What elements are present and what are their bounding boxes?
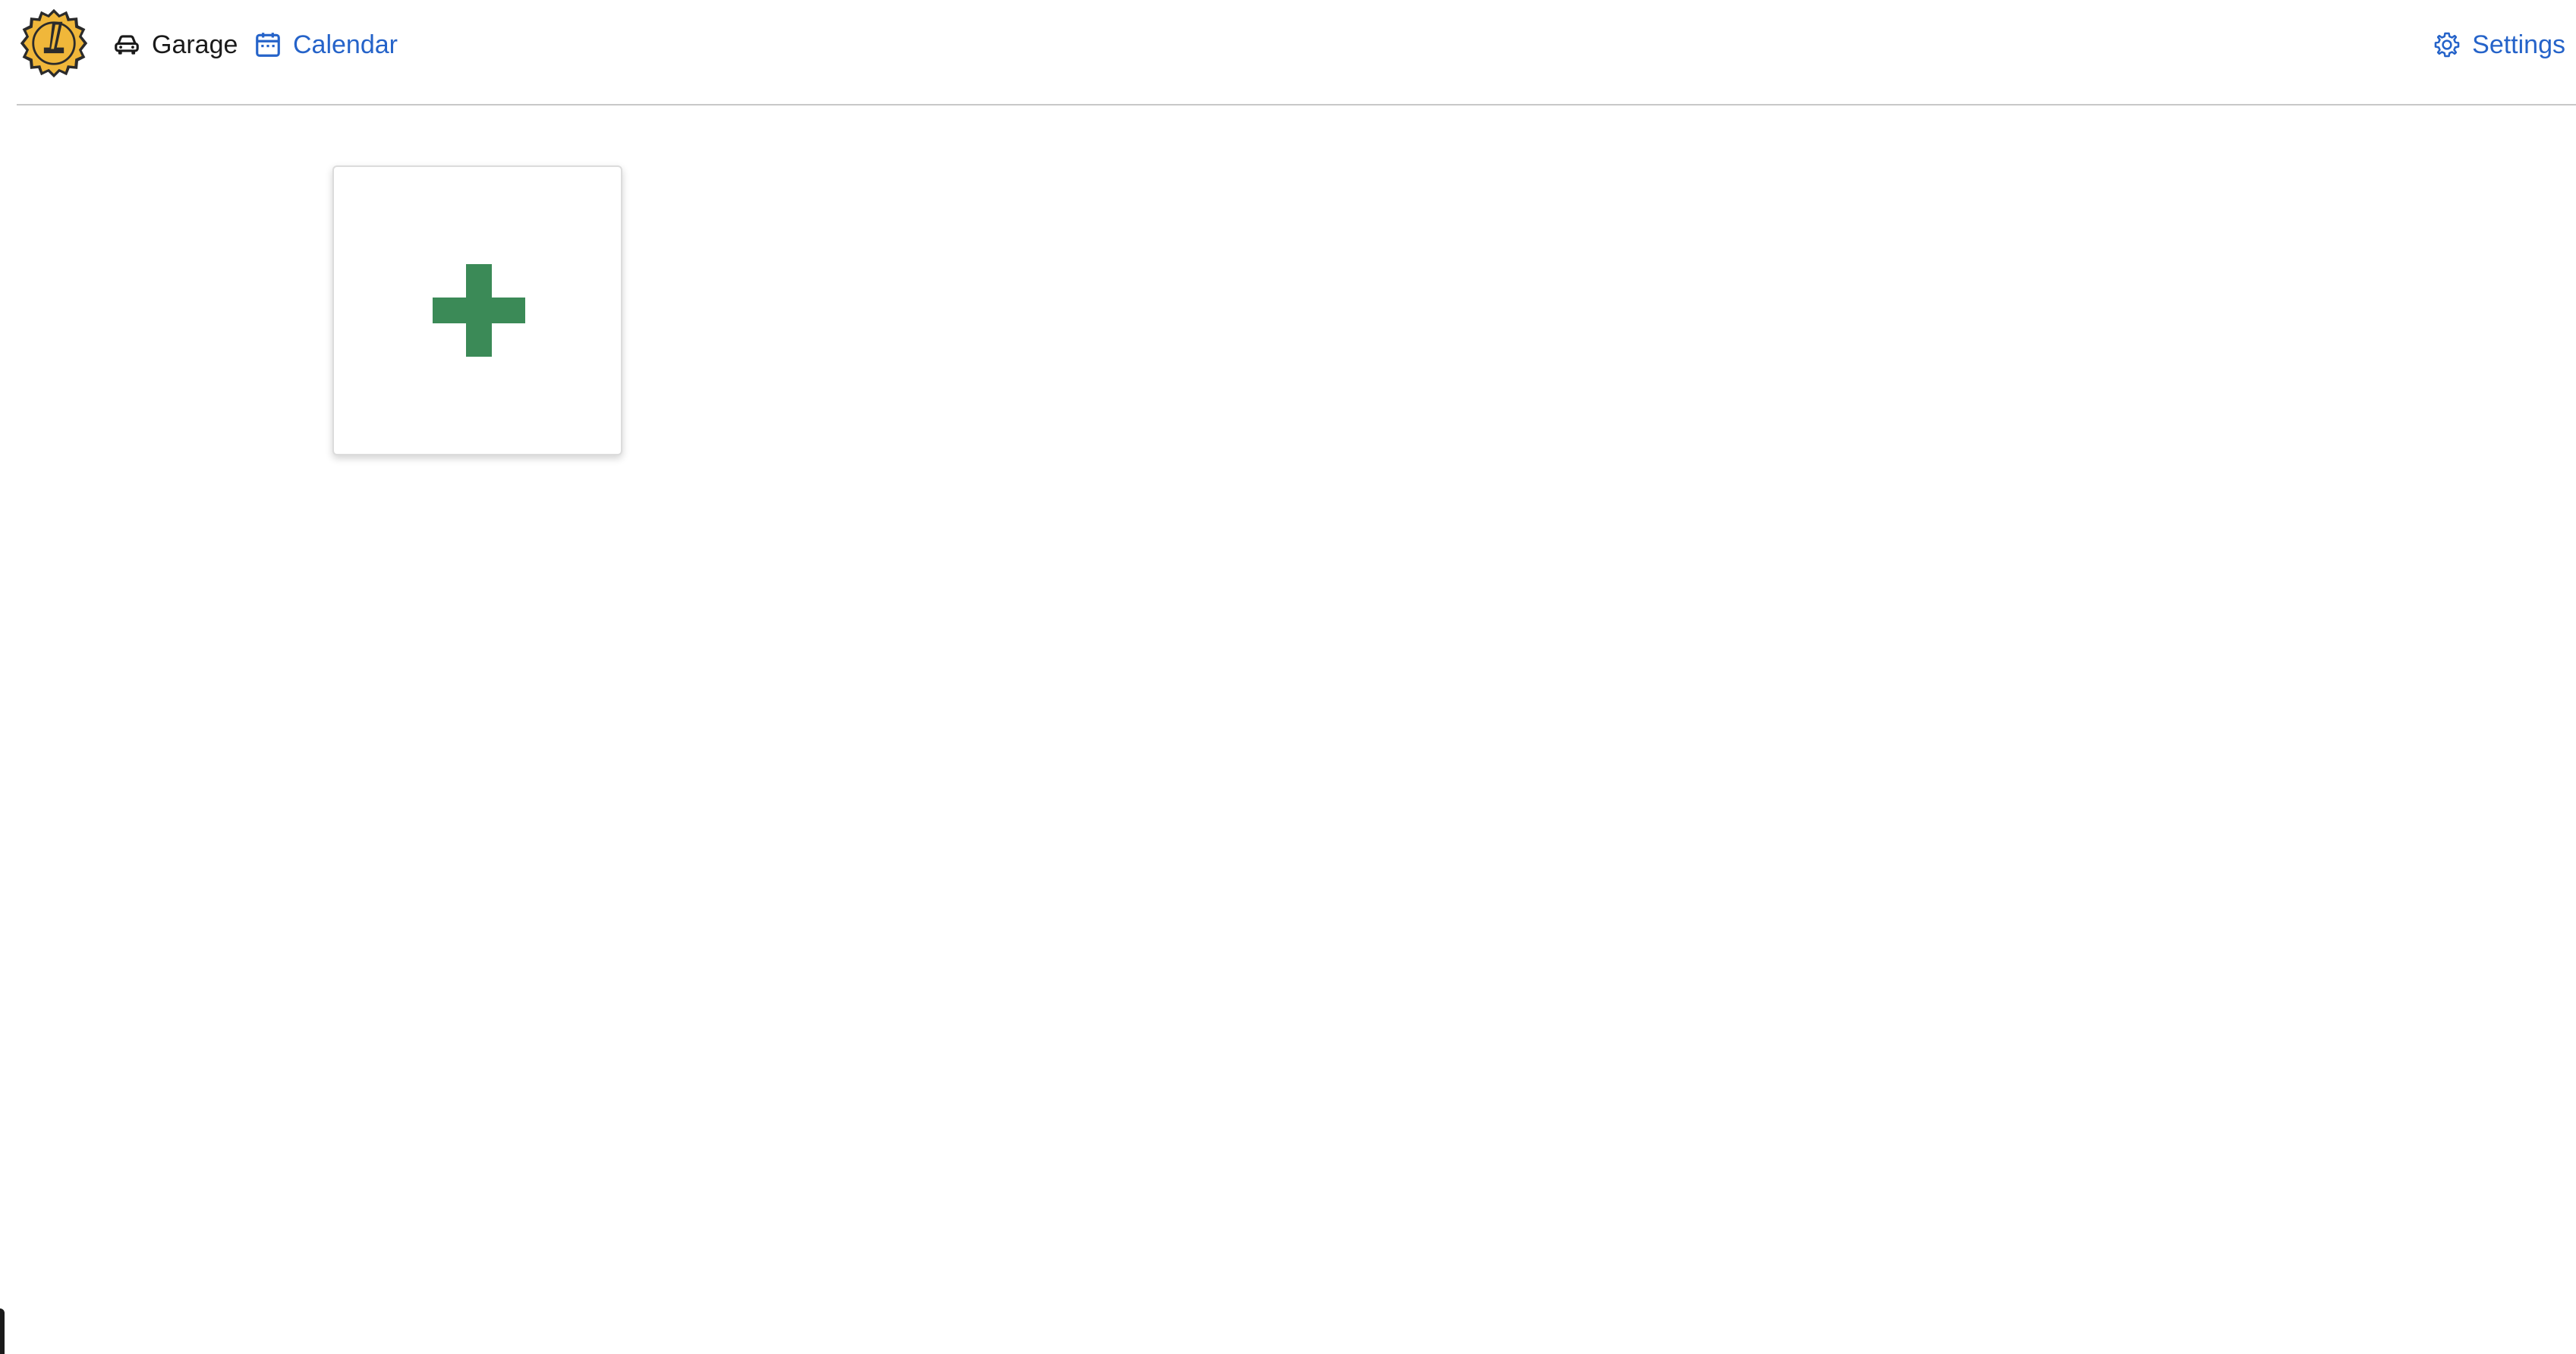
nav-garage-label: Garage [152,30,238,59]
plus-icon [433,264,525,357]
gear-icon [2434,32,2460,58]
window-corner [0,1308,5,1354]
car-icon [115,35,139,55]
gear-wrench-logo-icon[interactable] [18,8,90,79]
add-vehicle-card[interactable] [332,165,622,455]
nav-calendar-link[interactable]: Calendar [254,23,398,67]
nav-garage-link[interactable]: Garage [112,23,238,67]
calendar-icon [256,33,280,57]
nav-settings-link[interactable]: Settings [2433,23,2565,67]
nav-calendar-label: Calendar [293,30,398,59]
top-navbar: Garage Calendar Settings [0,0,2576,105]
app-page: Garage Calendar Settings [0,0,2576,1354]
nav-settings-label: Settings [2472,30,2565,59]
header-divider [17,104,2576,105]
